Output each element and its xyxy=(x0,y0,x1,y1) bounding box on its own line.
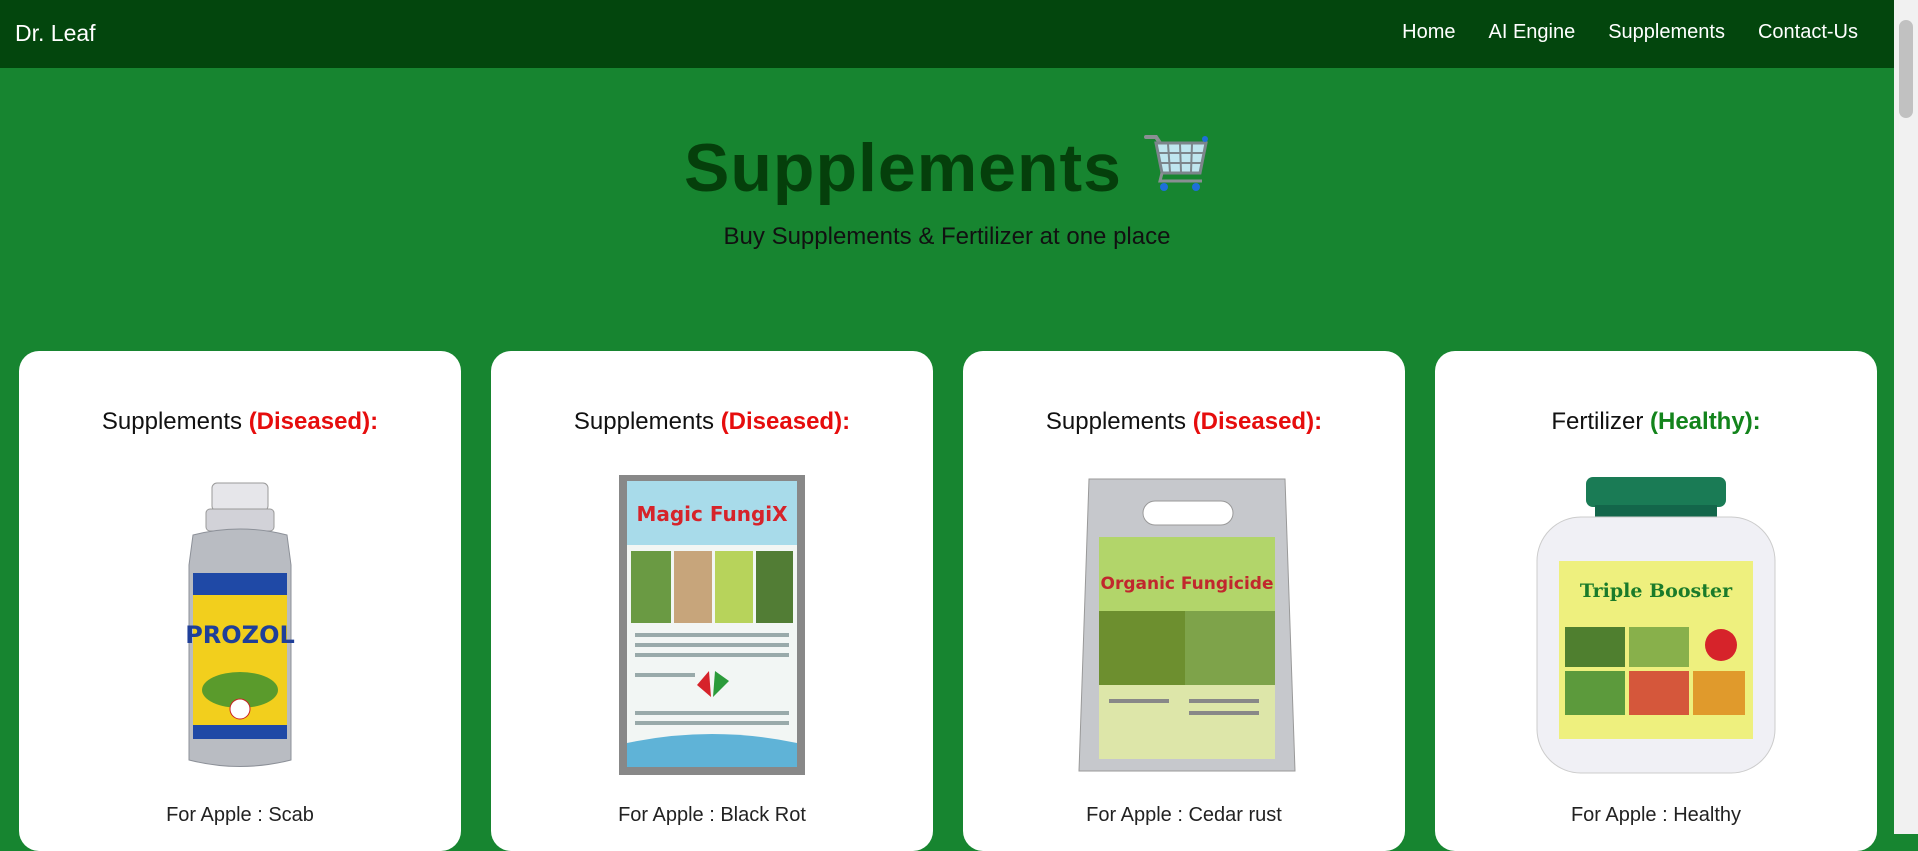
nav-links: Home AI Engine Supplements Contact-Us xyxy=(1369,21,1858,44)
product-image-triple-booster[interactable]: Triple Booster xyxy=(1531,475,1781,775)
nav-ai-engine-link[interactable]: AI Engine xyxy=(1488,21,1575,44)
product-caption: For Apple : Cedar rust xyxy=(1086,804,1282,826)
nav-contact-link[interactable]: Contact-Us xyxy=(1758,21,1858,44)
card-type: Fertilizer xyxy=(1551,408,1644,435)
product-card-healthy: Fertilizer (Healthy): Triple Booster For… xyxy=(1435,351,1877,851)
card-heading: Supplements (Diseased): xyxy=(491,407,933,437)
card-type: Supplements xyxy=(1045,408,1187,435)
product-image-magic-fungix[interactable]: Magic FungiX xyxy=(587,475,837,775)
nav-supplements-link[interactable]: Supplements xyxy=(1608,21,1725,44)
card-type: Supplements xyxy=(101,408,243,435)
product-card-scab: Supplements (Diseased): PROZOL For Apple… xyxy=(19,351,461,851)
product-label-text: Magic FungiX xyxy=(636,502,788,526)
top-navbar: Dr. Leaf Home AI Engine Supplements Cont… xyxy=(0,0,1894,68)
card-heading: Supplements (Diseased): xyxy=(19,407,461,437)
page-subtitle: Buy Supplements & Fertilizer at one plac… xyxy=(723,223,1171,250)
product-image-organic-fungicide[interactable]: Organic Fungicide xyxy=(1059,475,1309,775)
card-heading: Supplements (Diseased): xyxy=(963,407,1405,437)
card-status-badge: (Diseased): xyxy=(248,408,379,435)
product-label-text: Organic Fungicide xyxy=(1101,574,1274,594)
card-status-badge: (Diseased): xyxy=(720,408,851,435)
card-status-badge: (Diseased): xyxy=(1192,408,1323,435)
product-card-black-rot: Supplements (Diseased): Magic FungiX For… xyxy=(491,351,933,851)
page-title: Supplements xyxy=(0,128,1894,208)
product-card-cedar-rust: Supplements (Diseased): Organic Fungicid… xyxy=(963,351,1405,851)
card-status-badge: (Healthy): xyxy=(1650,408,1761,435)
page-title-text: Supplements xyxy=(684,130,1122,206)
product-image-prozol[interactable]: PROZOL xyxy=(115,475,365,775)
product-caption: For Apple : Healthy xyxy=(1570,804,1742,826)
card-type: Supplements xyxy=(573,408,715,435)
card-heading: Fertilizer (Healthy): xyxy=(1435,407,1877,437)
product-label-text: PROZOL xyxy=(185,621,295,649)
page-scrollbar[interactable] xyxy=(1894,0,1918,834)
product-caption: For Apple : Black Rot xyxy=(618,804,806,826)
product-label-text: Triple Booster xyxy=(1580,580,1733,602)
scrollbar-thumb[interactable] xyxy=(1899,20,1913,118)
brand-link[interactable]: Dr. Leaf xyxy=(15,20,96,47)
product-caption: For Apple : Scab xyxy=(166,804,314,826)
nav-home-link[interactable]: Home xyxy=(1402,21,1455,44)
shopping-cart-icon xyxy=(1143,135,1208,191)
